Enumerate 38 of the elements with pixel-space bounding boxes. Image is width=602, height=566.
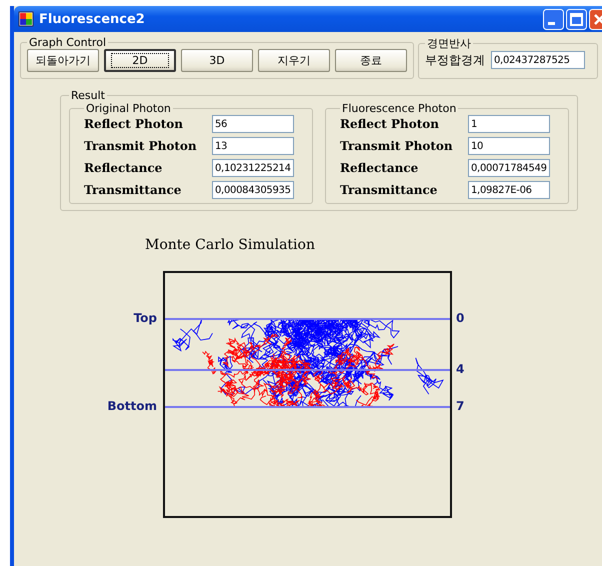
button[interactable]: 종료 [335, 49, 407, 72]
button[interactable]: 되돌아가기 [27, 49, 99, 72]
group-title: Graph Control [28, 36, 107, 49]
group-title: 경면반사 [426, 36, 472, 51]
field-label: Reflect Photon [84, 117, 184, 131]
field-label: Transmittance [84, 183, 182, 197]
maximize-icon[interactable] [566, 8, 587, 30]
layer-value: 7 [456, 399, 464, 413]
group-title: Result [70, 89, 106, 102]
layer-value: 0 [456, 311, 464, 325]
button[interactable]: 3D [181, 49, 253, 72]
field-label: Reflectance [340, 161, 420, 175]
layer-value: 4 [456, 362, 464, 376]
app-icon [18, 11, 34, 27]
input-field[interactable]: 13 [212, 137, 294, 155]
field-label: Transmit Photon [84, 139, 198, 153]
field-label: Transmittance [340, 183, 438, 197]
input-field[interactable]: 56 [212, 115, 294, 133]
input-field[interactable]: 0,00071784549 [468, 159, 550, 177]
group-title: Fluorescence Photon [341, 102, 458, 115]
field-label: Reflectance [84, 161, 164, 175]
input-field[interactable]: 1 [468, 115, 550, 133]
input-field[interactable]: 10 [468, 137, 550, 155]
plot-title: Monte Carlo Simulation [144, 237, 316, 253]
field-label: Transmit Photon [340, 139, 454, 153]
input-field[interactable]: 1,09827E-06 [468, 181, 550, 199]
group-title: Original Photon [85, 102, 172, 115]
input-field[interactable]: 0,02437287525 [491, 51, 585, 69]
button[interactable]: 2D [104, 49, 176, 72]
button[interactable]: 지우기 [258, 49, 330, 72]
field-label: 부정합경계 [425, 52, 485, 68]
minimize-icon[interactable] [543, 8, 564, 30]
window-title: Fluorescence2 [39, 12, 146, 26]
input-field[interactable]: 0,00084305935 [212, 181, 294, 199]
layer-label: Top [134, 311, 157, 325]
layer-label: Bottom [107, 399, 157, 413]
field-label: Reflect Photon [340, 117, 440, 131]
input-field[interactable]: 0,10231225214 [212, 159, 294, 177]
